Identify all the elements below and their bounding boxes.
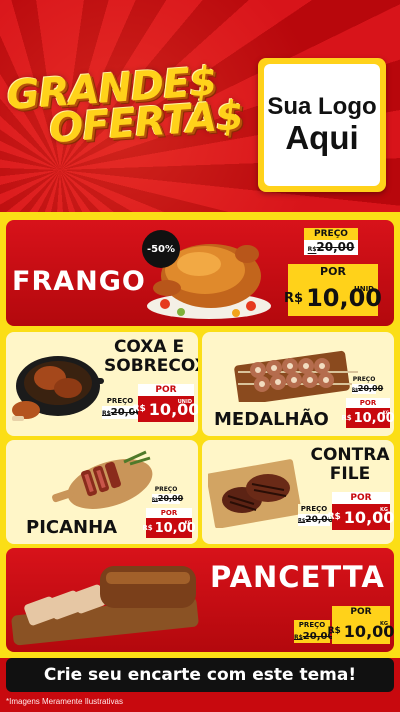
old-price-value: 20,00 <box>357 384 384 393</box>
price-old-contrafile: PREÇO R$20,00 <box>298 504 334 526</box>
old-price: R$20,00 <box>304 240 358 255</box>
currency: R$ <box>341 414 352 422</box>
currency: R$ <box>132 404 146 414</box>
por-label: POR <box>332 606 390 618</box>
product-name-picanha: PICANHA <box>26 517 118 538</box>
name-line-2: FILE <box>329 463 371 484</box>
product-name-coxa: COXA E SOBRECOXA <box>104 337 198 376</box>
unit: KG <box>380 507 388 513</box>
price-new-frango: POR R$ 10,00 UNID <box>284 264 382 316</box>
old-price: R$20,00 <box>152 494 184 504</box>
product-card-picanha[interactable]: PICANHA PREÇO R$20,00 POR R$ 10,00 KG <box>6 440 198 544</box>
unit: UNID <box>354 285 374 293</box>
product-card-frango[interactable]: FRANGO -50% PREÇO R$20,00 POR R$ 10,00 U… <box>6 220 394 326</box>
por-label: POR <box>288 264 378 280</box>
preco-label: PREÇO <box>352 376 376 384</box>
pancetta-image <box>11 566 199 646</box>
price-old-picanha: PREÇO R$20,00 <box>152 486 184 504</box>
por-label: POR <box>332 492 390 504</box>
old-price: R$20,00 <box>352 384 383 394</box>
products-panel: FRANGO -50% PREÇO R$20,00 POR R$ 10,00 U… <box>0 212 400 658</box>
por-label: POR <box>138 384 194 396</box>
picanha-image <box>52 450 153 509</box>
old-price: R$20,00 <box>294 630 334 643</box>
disclaimer-text: *Imagens Meramente Ilustrativas <box>6 697 123 706</box>
unit: KG <box>382 410 389 415</box>
logo-placeholder[interactable]: Sua Logo Aqui <box>258 58 386 192</box>
current-price: R$ 10,00 KG <box>328 618 394 644</box>
price-new-pancetta: POR R$ 10,00 KG <box>328 606 394 644</box>
por-label: POR <box>346 398 390 408</box>
product-card-contrafile[interactable]: CONTRA FILE PREÇO R$20,00 POR R$ 10,00 K… <box>202 440 394 544</box>
headline: GRANDE$ OFERTA$ <box>5 59 245 153</box>
product-name-contrafile: CONTRA FILE <box>308 446 392 483</box>
current-price: R$ 10,00 KG <box>328 504 394 530</box>
price-new-contrafile: POR R$ 10,00 KG <box>328 492 394 530</box>
unit: KG <box>380 621 388 627</box>
old-price-value: 20,00 <box>316 240 355 254</box>
product-card-medalhao[interactable]: MEDALHÃO PREÇO R$20,00 POR R$ 10,00 KG <box>202 332 394 436</box>
name-line-1: COXA E <box>113 337 185 357</box>
product-name-frango: FRANGO <box>12 266 146 297</box>
price-old-medalhao: PREÇO R$20,00 <box>352 376 383 394</box>
medallions-image <box>234 350 358 402</box>
currency: R$ <box>327 626 341 636</box>
current-price: R$ 10,00 UNID <box>284 280 382 316</box>
product-name-pancetta: PANCETTA <box>210 560 385 594</box>
name-line-1: CONTRA <box>310 445 390 465</box>
price-new-coxa: POR R$ 10,00 UNID <box>133 384 198 422</box>
logo-text-line-2: Aqui <box>285 119 359 157</box>
unit: KG <box>184 520 191 525</box>
chicken-thighs-image <box>12 356 104 421</box>
name-line-2: SOBRECOXA <box>104 355 198 376</box>
old-price: R$20,00 <box>298 514 334 526</box>
product-card-pancetta[interactable]: PANCETTA PREÇO R$20,00 POR R$ 10,00 KG <box>6 548 394 652</box>
price-old-pancetta: PREÇO R$20,00 <box>294 620 334 643</box>
old-price-value: 20,00 <box>157 494 184 503</box>
discount-badge: -50% <box>142 230 180 268</box>
price-new-picanha: POR R$ 10,00 KG <box>142 508 196 538</box>
current-price: R$ 10,00 KG <box>341 408 394 428</box>
preco-label: PREÇO <box>152 486 180 494</box>
old-currency: R$ <box>294 634 303 641</box>
cta-button[interactable]: Crie seu encarte com este tema! <box>6 658 394 692</box>
old-currency: R$ <box>102 410 111 417</box>
por-label: POR <box>146 508 192 518</box>
currency: R$ <box>327 512 341 522</box>
preco-label: PREÇO <box>294 620 330 630</box>
header-banner: GRANDE$ OFERTA$ Sua Logo Aqui <box>0 0 400 215</box>
preco-label: PREÇO <box>298 504 330 514</box>
price-new-medalhao: POR R$ 10,00 KG <box>341 398 394 428</box>
logo-inner: Sua Logo Aqui <box>264 64 380 186</box>
preco-label: PREÇO <box>304 228 358 240</box>
headline-line-2: OFERTA$ <box>47 92 245 153</box>
logo-text-line-1: Sua Logo <box>267 92 377 120</box>
currency: R$ <box>142 524 153 532</box>
unit: UNID <box>177 399 192 405</box>
current-price: R$ 10,00 UNID <box>133 396 198 422</box>
contrafile-image <box>208 459 302 528</box>
product-name-medalhao: MEDALHÃO <box>214 409 329 430</box>
current-price: R$ 10,00 KG <box>142 518 196 538</box>
product-card-coxa[interactable]: COXA E SOBRECOXA PREÇO R$20,00 POR R$ 10… <box>6 332 198 436</box>
currency: R$ <box>284 290 304 306</box>
price-old-frango: PREÇO R$20,00 <box>304 228 358 255</box>
